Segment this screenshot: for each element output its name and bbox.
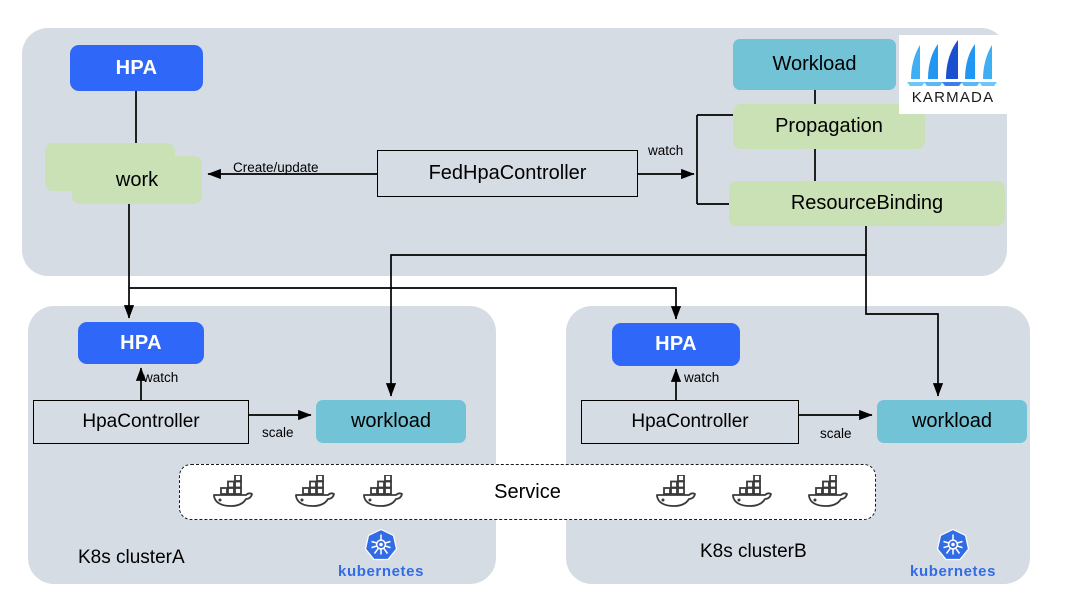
diagram-canvas: HPA work FedHpaController Workload Propa… xyxy=(0,0,1067,600)
edge-label-scale-cluster-b: scale xyxy=(820,426,852,441)
karmada-logo: KARMADA xyxy=(899,35,1007,114)
docker-whale-icon xyxy=(208,475,254,509)
cluster-a-hpa-controller-node[interactable]: HpaController xyxy=(33,400,249,444)
cluster-b-hpa-controller-node[interactable]: HpaController xyxy=(581,400,799,444)
cluster-a-caption: K8s clusterA xyxy=(78,547,185,568)
kubernetes-logo-cluster-b: kubernetes xyxy=(910,528,996,580)
cluster-b-caption: K8s clusterB xyxy=(700,541,807,562)
docker-whale-icon xyxy=(727,475,773,509)
kubernetes-logo-cluster-a: kubernetes xyxy=(338,528,424,580)
cluster-a-workload-node[interactable]: workload xyxy=(316,400,466,443)
docker-whale-icon xyxy=(803,475,849,509)
docker-whale-icon xyxy=(358,475,404,509)
fed-hpa-controller-node[interactable]: FedHpaController xyxy=(377,150,638,197)
karmada-sailboats-icon xyxy=(907,40,997,86)
service-label: Service xyxy=(494,480,561,503)
cluster-b-workload-node[interactable]: workload xyxy=(877,400,1027,443)
service-bar: Service xyxy=(179,464,876,520)
edge-label-create-update: Create/update xyxy=(233,160,319,175)
control-plane-hpa-node[interactable]: HPA xyxy=(70,45,203,91)
docker-whale-icon xyxy=(290,475,336,509)
kubernetes-helm-icon xyxy=(936,528,970,561)
kubernetes-logo-text: kubernetes xyxy=(910,563,997,580)
edge-label-watch-control-plane: watch xyxy=(648,143,684,158)
edge-label-watch-cluster-a: watch xyxy=(143,370,179,385)
propagation-policy-node[interactable]: Propagation xyxy=(733,104,925,149)
work-node[interactable]: work xyxy=(72,156,202,204)
resource-binding-node[interactable]: ResourceBinding xyxy=(729,181,1005,226)
kubernetes-logo-text: kubernetes xyxy=(338,563,425,580)
control-plane-workload-node[interactable]: Workload xyxy=(733,39,896,90)
docker-whale-icon xyxy=(651,475,697,509)
karmada-logo-text: KARMADA xyxy=(911,89,995,106)
edge-label-watch-cluster-b: watch xyxy=(684,370,720,385)
edge-label-scale-cluster-a: scale xyxy=(262,425,294,440)
cluster-b-hpa-node[interactable]: HPA xyxy=(612,323,740,366)
cluster-a-hpa-node[interactable]: HPA xyxy=(78,322,204,364)
kubernetes-helm-icon xyxy=(364,528,398,561)
